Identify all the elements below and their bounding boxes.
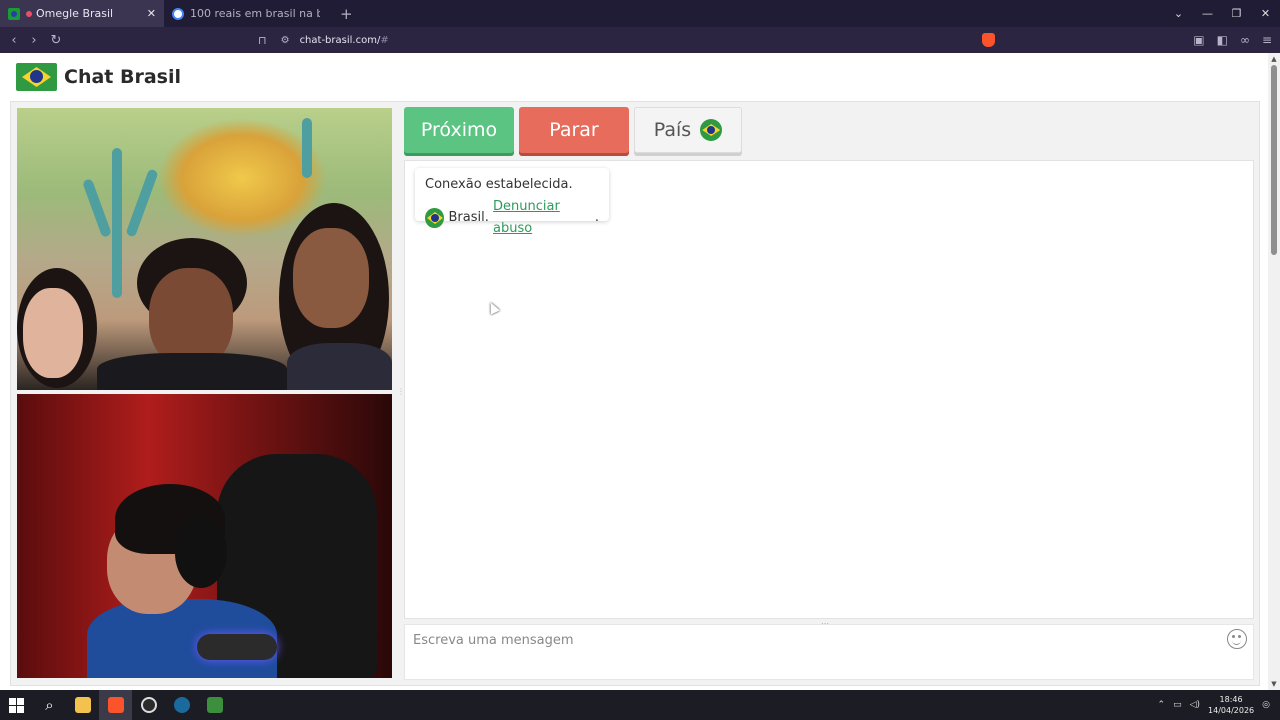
stranger-video [17, 108, 392, 390]
volume-icon[interactable]: ◁) [1190, 700, 1200, 710]
connection-status: Conexão estabelecida. [425, 177, 573, 192]
clock-date: 14/04/2026 [1208, 706, 1255, 715]
brazil-flag-favicon-icon [8, 7, 20, 20]
tray-chevron-icon[interactable]: ⌃ [1158, 700, 1166, 710]
brazil-flag-icon [700, 119, 723, 141]
browser-tab-bar: Omegle Brasil ✕ 100 reais em brasil na b… [0, 0, 1280, 27]
steam-icon[interactable] [165, 690, 198, 720]
next-button[interactable]: Próximo [404, 107, 514, 153]
new-tab-button[interactable]: + [340, 5, 353, 23]
country-button[interactable]: País [634, 107, 742, 153]
chat-controls: Próximo Parar País [404, 107, 742, 155]
connection-notice: Conexão estabelecida. Brasil. Denunciar … [415, 168, 609, 236]
notifications-icon[interactable]: ◎ [1262, 700, 1270, 710]
scroll-up-icon[interactable]: ▲ [1268, 55, 1280, 63]
network-icon[interactable]: ▭ [1173, 700, 1182, 710]
stranger-country: Brasil. [448, 210, 489, 225]
close-window-icon[interactable]: ✕ [1251, 7, 1280, 20]
url-hash: # [380, 34, 389, 46]
site-brand[interactable]: Chat Brasil [64, 66, 181, 88]
browser-nav-bar: ‹ › ↻ ⊓ ⚙ chat-brasil.com/# ▣ ◧ ∞ ≡ [0, 27, 1280, 53]
bookmark-icon[interactable]: ⊓ [258, 34, 267, 47]
scroll-down-icon[interactable]: ▼ [1268, 680, 1280, 688]
web-page: Chat Brasil ⋮ Próximo Parar País Conexão… [0, 53, 1268, 690]
back-icon[interactable]: ‹ [4, 33, 24, 48]
window-controls: ⌄ — ❐ ✕ [1164, 0, 1280, 27]
message-composer [404, 624, 1254, 680]
self-video [17, 394, 392, 678]
file-explorer-icon[interactable] [66, 690, 99, 720]
panel-resize-handle[interactable]: ⋮ [397, 387, 405, 399]
brave-shields-icon[interactable] [982, 33, 995, 47]
stop-button[interactable]: Parar [519, 107, 629, 153]
app-icon[interactable] [198, 690, 231, 720]
toolbar-right: ▣ ◧ ∞ ≡ [1193, 27, 1272, 53]
wallet-icon[interactable]: ▣ [1193, 33, 1204, 47]
tab-omegle-brasil[interactable]: Omegle Brasil ✕ [0, 0, 164, 27]
tab-title: Omegle Brasil [36, 7, 114, 20]
minimize-icon[interactable]: — [1193, 7, 1222, 20]
emoji-icon[interactable] [1227, 629, 1247, 649]
tab-title: 100 reais em brasil na bolívia - Pesqu [190, 7, 320, 20]
menu-icon[interactable]: ≡ [1262, 33, 1272, 47]
close-tab-icon[interactable]: ✕ [147, 7, 156, 20]
system-tray: ⌃ ▭ ◁) 18:46 14/04/2026 ◎ [1158, 690, 1270, 720]
report-suffix: . [594, 210, 599, 225]
clock-time: 18:46 [1219, 695, 1243, 704]
report-abuse-link[interactable]: Denunciar abuso [493, 196, 595, 240]
stranger-country-line: Brasil. Denunciar abuso. [425, 196, 599, 240]
reload-icon[interactable]: ↻ [46, 33, 66, 48]
vpn-icon[interactable]: ∞ [1240, 33, 1250, 47]
search-icon[interactable]: ⌕ [33, 690, 66, 720]
tab-search[interactable]: 100 reais em brasil na bolívia - Pesqu [164, 0, 328, 27]
site-header: Chat Brasil [0, 53, 1268, 101]
google-favicon-icon [172, 7, 184, 20]
clock[interactable]: 18:46 14/04/2026 [1208, 694, 1254, 716]
start-button[interactable] [0, 690, 33, 720]
brave-browser-icon[interactable] [99, 690, 132, 720]
message-input[interactable] [405, 625, 1215, 655]
windows-logo-icon [9, 697, 24, 713]
site-settings-icon[interactable]: ⚙ [281, 35, 290, 46]
sidebar-icon[interactable]: ◧ [1217, 33, 1228, 47]
restore-icon[interactable]: ❐ [1222, 7, 1251, 20]
forward-icon[interactable]: › [24, 33, 44, 48]
chat-app: ⋮ Próximo Parar País Conexão estabelecid… [10, 101, 1260, 686]
obs-icon[interactable] [132, 690, 165, 720]
brazil-flag-logo-icon [16, 63, 57, 91]
chat-log: Conexão estabelecida. Brasil. Denunciar … [404, 160, 1254, 619]
tab-list-icon[interactable]: ⌄ [1164, 7, 1193, 20]
country-button-label: País [653, 119, 692, 141]
recording-indicator-icon [26, 10, 32, 17]
address-bar[interactable]: ⊓ ⚙ chat-brasil.com/# [258, 27, 978, 53]
scrollbar-thumb[interactable] [1271, 65, 1277, 255]
page-scrollbar[interactable]: ▲ ▼ [1268, 53, 1280, 690]
url-host: chat-brasil.com/ [299, 34, 381, 46]
url-text: chat-brasil.com/# [300, 35, 389, 46]
brazil-flag-icon [425, 208, 444, 228]
windows-taskbar: ⌕ ⌃ ▭ ◁) 18:46 14/04/2026 ◎ [0, 690, 1280, 720]
